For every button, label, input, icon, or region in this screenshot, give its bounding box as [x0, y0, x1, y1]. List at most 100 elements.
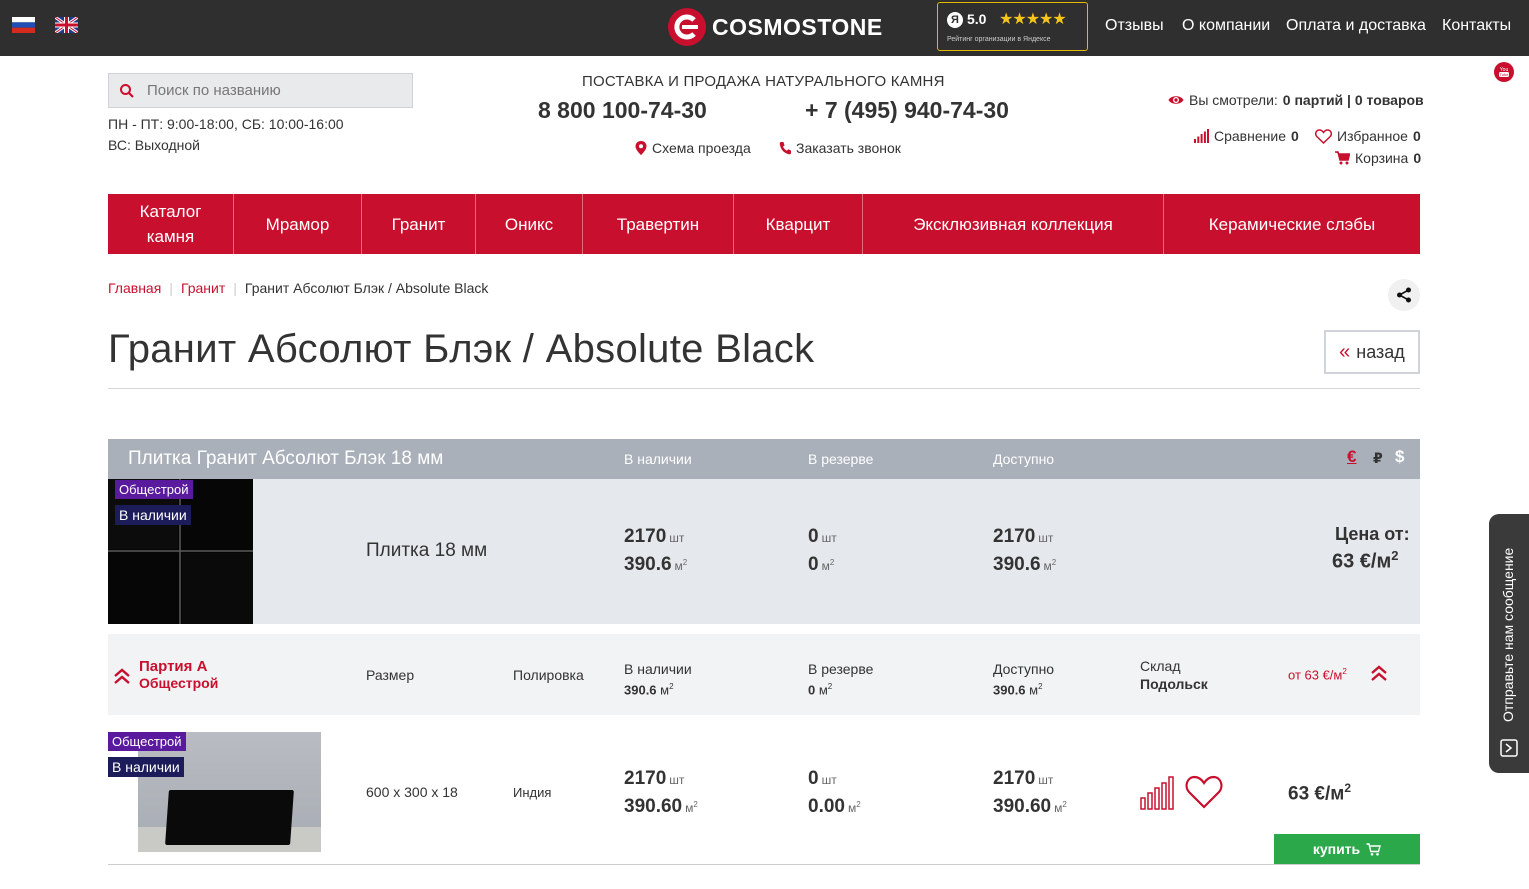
- breadcrumb-current: Гранит Абсолют Блэк / Absolute Black: [244, 280, 489, 296]
- currency-euro[interactable]: €: [1347, 447, 1356, 467]
- breadcrumb: Главная | Гранит | Гранит Абсолют Блэк /…: [108, 280, 488, 296]
- price-from-amount: 63 €/м: [1332, 550, 1392, 573]
- item-row[interactable]: Общестрой В наличии 600 x 300 x 18 Индия…: [108, 715, 1420, 865]
- item-in-stock-m2-value: 390.60: [624, 796, 683, 817]
- unit-pcs: шт: [669, 773, 685, 787]
- compare-link[interactable]: Сравнение 0: [1194, 128, 1299, 144]
- item-in-stock-m2: 390.60 м2: [624, 796, 698, 818]
- lot-size-label: Размер: [366, 667, 415, 683]
- lot-row[interactable]: Партия А Общестрой Размер Полировка В на…: [108, 634, 1420, 715]
- lot-available-amount: 390.6: [993, 682, 1026, 698]
- favorites-link[interactable]: Избранное 0: [1315, 128, 1421, 144]
- product-image[interactable]: Общестрой В наличии: [108, 479, 253, 624]
- currency-ruble[interactable]: ₽: [1373, 450, 1383, 467]
- compare-label: Сравнение: [1214, 128, 1286, 144]
- unit-m: м: [1029, 682, 1039, 698]
- phone-icon: [779, 142, 791, 155]
- reserved-pcs: 0 шт: [808, 526, 837, 548]
- viewed-info[interactable]: Вы смотрели: 0 партий | 0 товаров: [1168, 92, 1424, 108]
- youtube-icon[interactable]: You Tube: [1494, 62, 1514, 82]
- flag-uk-icon[interactable]: [55, 17, 78, 33]
- add-to-favorites-icon[interactable]: [1185, 775, 1223, 809]
- cart-icon: [1366, 842, 1382, 856]
- nav-reviews[interactable]: Отзывы: [1105, 17, 1164, 35]
- buy-button[interactable]: купить: [1274, 834, 1420, 864]
- nav-ceramic-slabs[interactable]: Керамические слэбы: [1164, 194, 1420, 254]
- nav-onyx[interactable]: Оникс: [476, 194, 583, 254]
- product-summary-row[interactable]: Общестрой В наличии Плитка 18 мм 2170 шт …: [108, 479, 1420, 624]
- cart-count: 0: [1413, 150, 1422, 166]
- rating-score: 5.0: [967, 11, 987, 27]
- lot-polish-label: Полировка: [513, 667, 584, 683]
- item-in-stock-pcs: 2170 шт: [624, 768, 684, 790]
- eye-icon: [1168, 96, 1184, 104]
- back-button[interactable]: « назад: [1324, 330, 1420, 374]
- cart-link[interactable]: Корзина 0: [1335, 150, 1421, 166]
- nav-about[interactable]: О компании: [1182, 17, 1270, 35]
- phone-tollfree[interactable]: 8 800 100-74-30: [538, 97, 707, 124]
- double-chevron-left-icon: «: [1339, 340, 1351, 363]
- lot-supplier: Общестрой: [139, 675, 219, 691]
- available-m2-value: 390.6: [993, 554, 1041, 575]
- lot-name: Партия А: [139, 658, 208, 675]
- lot-title[interactable]: Партия А Общестрой: [139, 658, 218, 692]
- flag-russia-icon[interactable]: [12, 17, 35, 33]
- nav-catalog[interactable]: Каталог камня: [108, 194, 234, 254]
- stock-badge: В наличии: [108, 757, 184, 777]
- lot-warehouse-value: Подольск: [1140, 676, 1208, 692]
- product-name[interactable]: Плитка 18 мм: [366, 540, 487, 562]
- unit-pcs: шт: [1038, 773, 1054, 787]
- main-nav: Каталог камня Мрамор Гранит Оникс Травер…: [108, 194, 1420, 254]
- price-from-value: 63 €/м2: [1332, 548, 1399, 574]
- nav-exclusive[interactable]: Эксклюзивная коллекция: [863, 194, 1164, 254]
- unit-sq: 2: [682, 558, 688, 567]
- directions-link[interactable]: Схема проезда: [635, 140, 751, 156]
- breadcrumb-granite[interactable]: Гранит: [181, 280, 225, 296]
- currency-dollar[interactable]: $: [1395, 447, 1404, 467]
- tagline: ПОСТАВКА И ПРОДАЖА НАТУРАЛЬНОГО КАМНЯ: [582, 73, 945, 90]
- lot-available-value: 390.6 м2: [993, 682, 1043, 697]
- unit-sq: 2: [1062, 800, 1067, 809]
- nav-travertine[interactable]: Травертин: [583, 194, 734, 254]
- item-in-stock-pcs-value: 2170: [624, 768, 667, 789]
- unit-m2: м2: [848, 800, 861, 815]
- unit-pcs: шт: [669, 531, 685, 545]
- brand-name: COSMOSTONE: [712, 13, 883, 40]
- stock-badge: В наличии: [115, 505, 191, 525]
- share-button[interactable]: [1388, 279, 1420, 311]
- nav-quartzite[interactable]: Кварцит: [734, 194, 863, 254]
- search-input[interactable]: [147, 74, 407, 107]
- lot-price: от 63 €/м2: [1288, 667, 1347, 682]
- favorites-count: 0: [1412, 128, 1421, 144]
- collapse-lot-icon[interactable]: [1369, 663, 1389, 683]
- double-chevron-up-icon[interactable]: [112, 666, 132, 686]
- supplier-badge: Общестрой: [108, 732, 186, 751]
- site-logo[interactable]: COSMOSTONE: [668, 7, 883, 47]
- search-icon[interactable]: [119, 83, 135, 99]
- nav-granite[interactable]: Гранит: [362, 194, 476, 254]
- yandex-rating-badge[interactable]: Я 5.0 ★★★★★ Рейтинг организации в Яндекс…: [937, 2, 1088, 51]
- lot-price-amount: от 63 €/м: [1288, 667, 1343, 683]
- unit-m2: м2: [1044, 558, 1057, 573]
- rating-caption: Рейтинг организации в Яндексе: [947, 36, 1051, 43]
- breadcrumb-home[interactable]: Главная: [108, 280, 161, 296]
- breadcrumb-separator: |: [233, 280, 237, 296]
- feedback-tab[interactable]: Отправьте нам сообщение: [1489, 514, 1529, 773]
- svg-text:Tube: Tube: [1500, 72, 1510, 77]
- item-available-m2-value: 390.60: [993, 796, 1052, 817]
- unit-sq: 2: [669, 682, 674, 691]
- unit-m2: м2: [821, 558, 835, 573]
- phone-moscow[interactable]: + 7 (495) 940-74-30: [805, 97, 1009, 124]
- add-to-compare-icon[interactable]: [1140, 776, 1176, 810]
- callback-link[interactable]: Заказать звонок: [779, 140, 901, 156]
- unit-m2: м2: [675, 558, 688, 573]
- unit-m: м: [821, 559, 830, 573]
- unit-sq: 2: [1344, 781, 1352, 795]
- unit-m2: м2: [1054, 800, 1067, 815]
- nav-contacts[interactable]: Контакты: [1442, 17, 1511, 35]
- compare-bars-icon: [1194, 129, 1209, 143]
- product-table-header: Плитка Гранит Абсолют Блэк 18 мм В налич…: [108, 439, 1420, 479]
- nav-payment-delivery[interactable]: Оплата и доставка: [1286, 17, 1426, 35]
- nav-marble[interactable]: Мрамор: [234, 194, 362, 254]
- cosmostone-logo-icon: [668, 8, 706, 46]
